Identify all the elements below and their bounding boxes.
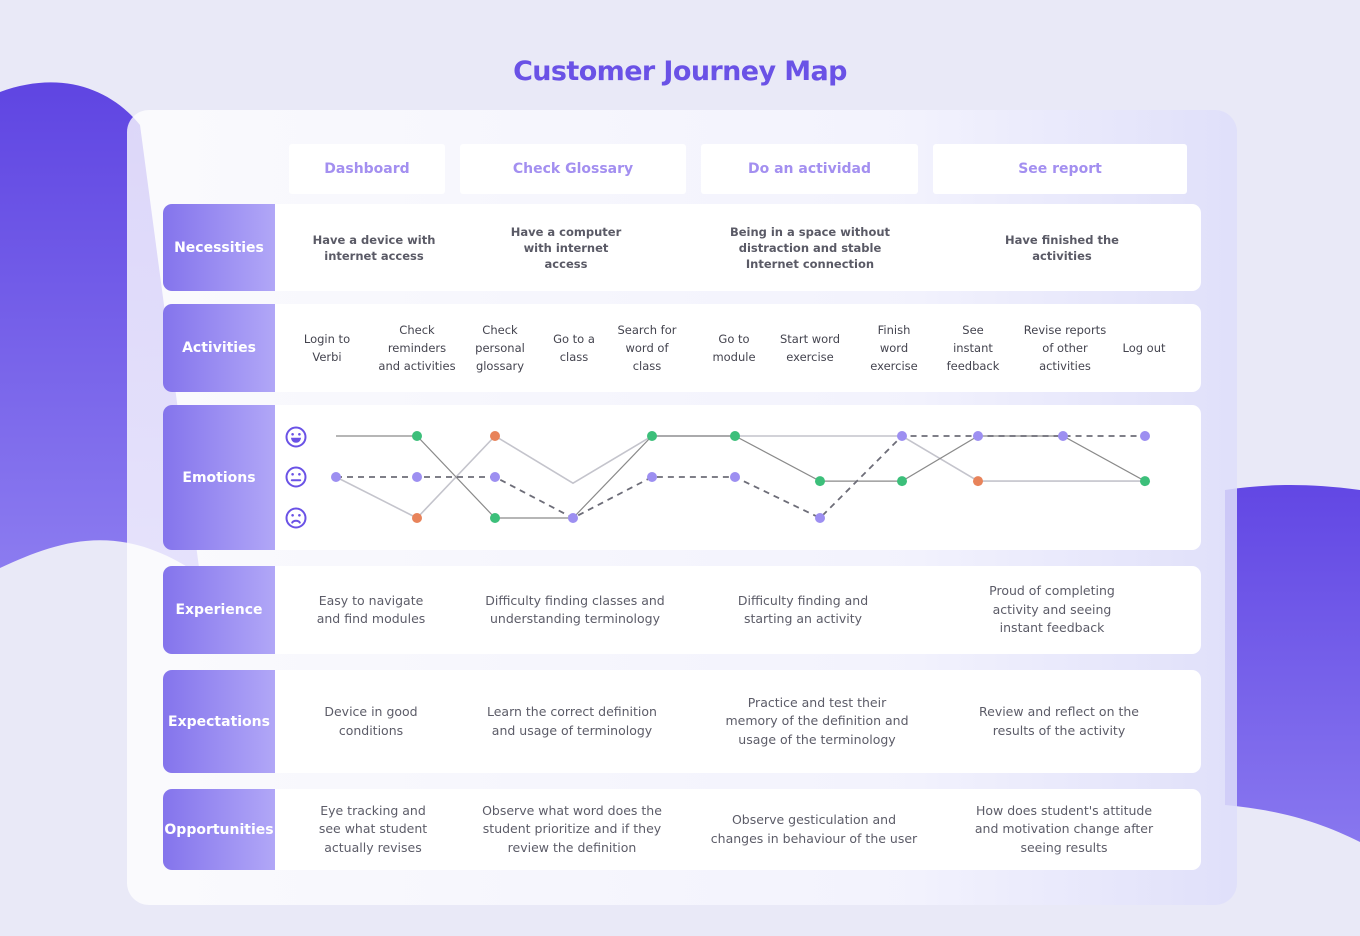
emotion-point [815, 476, 825, 487]
emotion-point [647, 472, 657, 482]
emotion-point [730, 431, 740, 441]
expectation-cell: Learn the correct definition and usage o… [487, 704, 657, 738]
emotion-chart [331, 431, 1150, 523]
opportunity-cell: How does student's attitude and motivati… [974, 802, 1154, 855]
activity-cell: Go to module [712, 332, 756, 364]
stage-do-an-actividad[interactable]: Do an actividad [701, 144, 918, 194]
opportunity-cell: Eye tracking and see what student actual… [318, 802, 428, 855]
activity-cell: Login to Verbi [303, 332, 351, 364]
expectation-cell: Device in good conditions [324, 704, 418, 738]
experience-cell: Difficulty finding and starting an activ… [737, 592, 869, 627]
emotion-point [897, 476, 907, 487]
row-label-experience: Experience [163, 566, 275, 654]
row-label-opportunities: Opportunities [163, 789, 275, 870]
emotion-point [412, 472, 422, 482]
row-experience: Experience Easy to navigate and find mod… [163, 566, 1201, 654]
emotion-point [973, 431, 983, 441]
page-title: Customer Journey Map [513, 56, 847, 87]
activity-cell: Search for word of class [617, 323, 677, 373]
activity-cell: Check reminders and activities [378, 323, 456, 373]
row-opportunities: Opportunities Eye tracking and see what … [163, 789, 1201, 870]
emotion-point [730, 472, 740, 482]
row-label-expectations: Expectations [163, 670, 275, 773]
stage-check-glossary[interactable]: Check Glossary [460, 144, 686, 194]
emotion-point [490, 472, 500, 482]
necessity-cell: Being in a space without distraction and… [729, 224, 891, 271]
necessity-cell: Have a device with internet access [312, 232, 436, 263]
row-label-activities: Activities [163, 304, 275, 392]
necessity-cell: Have a computer with internet access [510, 224, 622, 271]
emotion-point [815, 513, 825, 523]
activity-cell: See instant feedback [946, 323, 1000, 373]
emotion-point [412, 431, 422, 441]
row-necessities: Necessities Have a device with internet … [163, 204, 1201, 291]
emotion-point [490, 431, 500, 441]
experience-cell: Proud of completing activity and seeing … [989, 583, 1115, 636]
stage-dashboard[interactable]: Dashboard [289, 144, 445, 194]
experience-cell: Easy to navigate and find modules [316, 592, 426, 627]
emotion-point [1140, 476, 1150, 487]
expectation-cell: Review and reflect on the results of the… [979, 704, 1139, 738]
row-activities: Activities Login to Verbi Check reminder… [163, 304, 1201, 392]
necessity-cell: Have finished the activities [1005, 232, 1119, 263]
opportunity-cell: Observe gesticulation and changes in beh… [710, 812, 918, 846]
activity-cell: Finish word exercise [870, 323, 918, 373]
emotion-point [647, 431, 657, 441]
emotion-point [973, 476, 983, 487]
expectation-cell: Practice and test their memory of the de… [725, 694, 909, 747]
activity-cell: Log out [1122, 341, 1166, 355]
emotion-point [331, 472, 341, 482]
right-wave [1225, 485, 1360, 842]
emotion-point [1058, 431, 1068, 441]
experience-cell: Difficulty finding classes and understan… [485, 592, 665, 627]
opportunity-cell: Observe what word does the student prior… [482, 802, 662, 855]
emotion-point [1140, 431, 1150, 441]
stage-see-report[interactable]: See report [933, 144, 1187, 194]
row-emotions: Emotions [163, 405, 1201, 550]
row-label-necessities: Necessities [163, 204, 275, 291]
activity-cell: Go to a class [553, 332, 595, 364]
activity-cell: Start word exercise [779, 332, 840, 364]
emotion-point [490, 513, 500, 523]
row-expectations: Expectations Device in good conditions L… [163, 670, 1201, 773]
emotion-line-dashed [336, 435, 1145, 520]
activity-cell: Revise reports of other activities [1023, 323, 1107, 373]
activity-cell: Check personal glossary [475, 323, 525, 373]
emotion-point [568, 513, 578, 523]
emotion-point [897, 431, 907, 441]
emotion-point [412, 513, 422, 523]
